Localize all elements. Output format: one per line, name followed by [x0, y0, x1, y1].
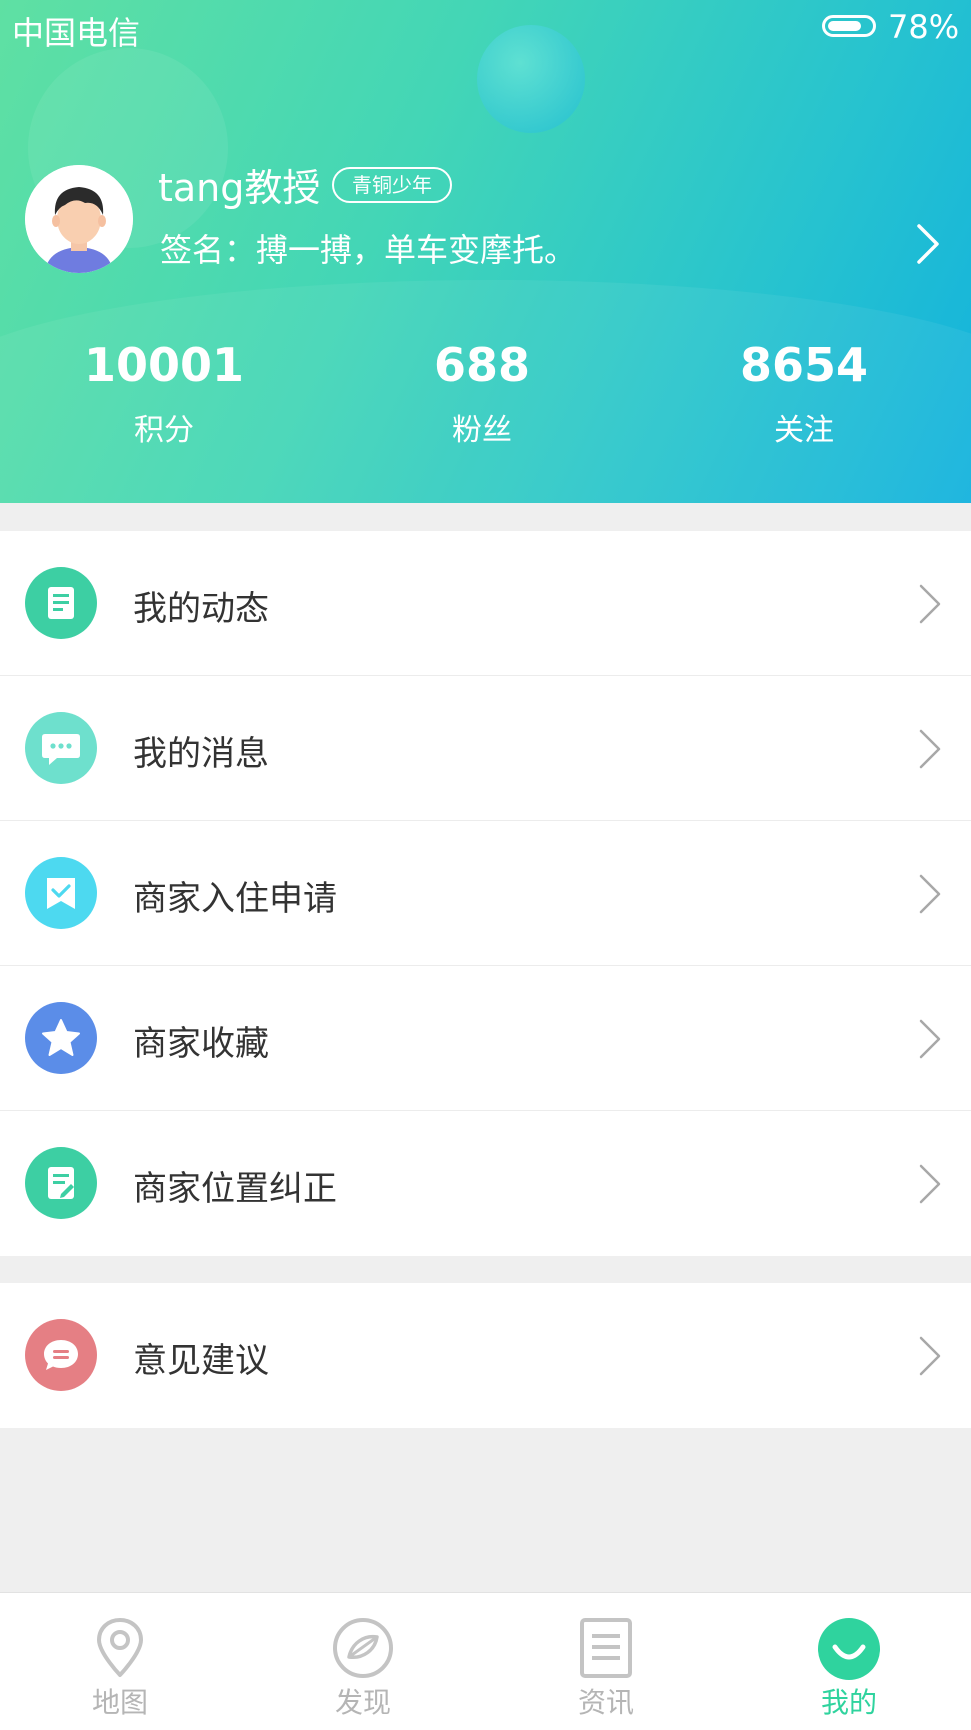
stat-value: 8654	[739, 338, 869, 392]
signature: 签名：搏一搏，单车变摩托。	[160, 231, 577, 269]
menu-item-my-messages[interactable]: 我的消息	[0, 676, 971, 821]
tab-label: 我的	[820, 1686, 877, 1719]
menu-icon-bg	[25, 857, 97, 929]
stat-label: 粉丝	[452, 413, 512, 448]
bottom-tab-bar: 地图 发现 资讯 我的	[0, 1592, 971, 1730]
menu-item-label: 意见建议	[133, 1341, 269, 1381]
stat-value: 10001	[83, 338, 245, 392]
menu-item-my-posts[interactable]: 我的动态	[0, 531, 971, 676]
avatar[interactable]	[25, 165, 133, 273]
battery-icon	[822, 15, 876, 37]
feedback-icon	[44, 1340, 78, 1370]
avatar-icon	[25, 165, 133, 273]
tab-map[interactable]: 地图	[40, 1593, 200, 1730]
chevron-right-icon	[917, 224, 939, 264]
chevron-right-icon	[918, 1163, 942, 1209]
smile-icon	[817, 1617, 881, 1685]
stat-label: 关注	[774, 413, 834, 448]
edit-note-icon	[48, 1167, 74, 1199]
battery-level-fill	[828, 21, 861, 31]
stat-label: 积分	[134, 413, 194, 448]
menu-item-merchant-application[interactable]: 商家入住申请	[0, 821, 971, 966]
document-icon	[48, 587, 74, 619]
stat-value: 688	[433, 338, 531, 392]
tab-mine[interactable]: 我的	[769, 1593, 929, 1730]
tab-label: 发现	[334, 1686, 391, 1719]
profile-header: 中国电信 78% tang教授 青铜少年 签名：搏一搏，单车变摩托。 10001…	[0, 0, 971, 503]
chevron-right-icon	[918, 583, 942, 629]
menu-item-feedback[interactable]: 意见建议	[0, 1283, 971, 1428]
menu-icon-bg	[25, 1002, 97, 1074]
status-bar: 中国电信 78%	[0, 0, 971, 56]
menu-icon-bg	[25, 712, 97, 784]
tab-news[interactable]: 资讯	[526, 1593, 686, 1730]
compass-icon	[332, 1617, 394, 1683]
news-icon	[578, 1617, 634, 1683]
level-badge: 青铜少年	[332, 167, 452, 203]
carrier-name: 中国电信	[12, 14, 141, 52]
tab-discover[interactable]: 发现	[283, 1593, 443, 1730]
location-pin-icon	[94, 1617, 146, 1683]
star-icon	[42, 1019, 80, 1056]
menu-item-label: 我的动态	[133, 589, 269, 629]
bookmark-check-icon	[47, 878, 75, 909]
menu-icon-bg	[25, 567, 97, 639]
chevron-right-icon	[918, 873, 942, 919]
stat-points[interactable]: 10001 积分	[54, 335, 274, 449]
menu-icon-bg	[25, 1319, 97, 1391]
tab-label: 地图	[91, 1686, 148, 1719]
username: tang教授	[158, 166, 321, 210]
stat-fans[interactable]: 688 粉丝	[372, 335, 592, 449]
stat-following[interactable]: 8654 关注	[694, 335, 914, 449]
menu-item-label: 商家收藏	[133, 1024, 269, 1064]
chat-bubble-icon	[42, 734, 80, 765]
menu-icon-bg	[25, 1147, 97, 1219]
battery-percent: 78%	[888, 8, 960, 46]
chevron-right-icon	[918, 1018, 942, 1064]
tab-label: 资讯	[577, 1686, 634, 1719]
menu-item-label: 我的消息	[133, 734, 269, 774]
menu-item-location-correction[interactable]: 商家位置纠正	[0, 1111, 971, 1256]
menu-item-label: 商家入住申请	[133, 879, 337, 919]
profile-arrow-icon[interactable]	[915, 222, 941, 270]
menu-item-merchant-favorites[interactable]: 商家收藏	[0, 966, 971, 1111]
menu-list: 我的动态 我的消息 商家入住申请 商家收藏 商家位置纠正	[0, 531, 971, 1256]
chevron-right-icon	[918, 1335, 942, 1381]
chevron-right-icon	[918, 728, 942, 774]
menu-item-label: 商家位置纠正	[133, 1169, 337, 1209]
menu-list-feedback: 意见建议	[0, 1283, 971, 1428]
